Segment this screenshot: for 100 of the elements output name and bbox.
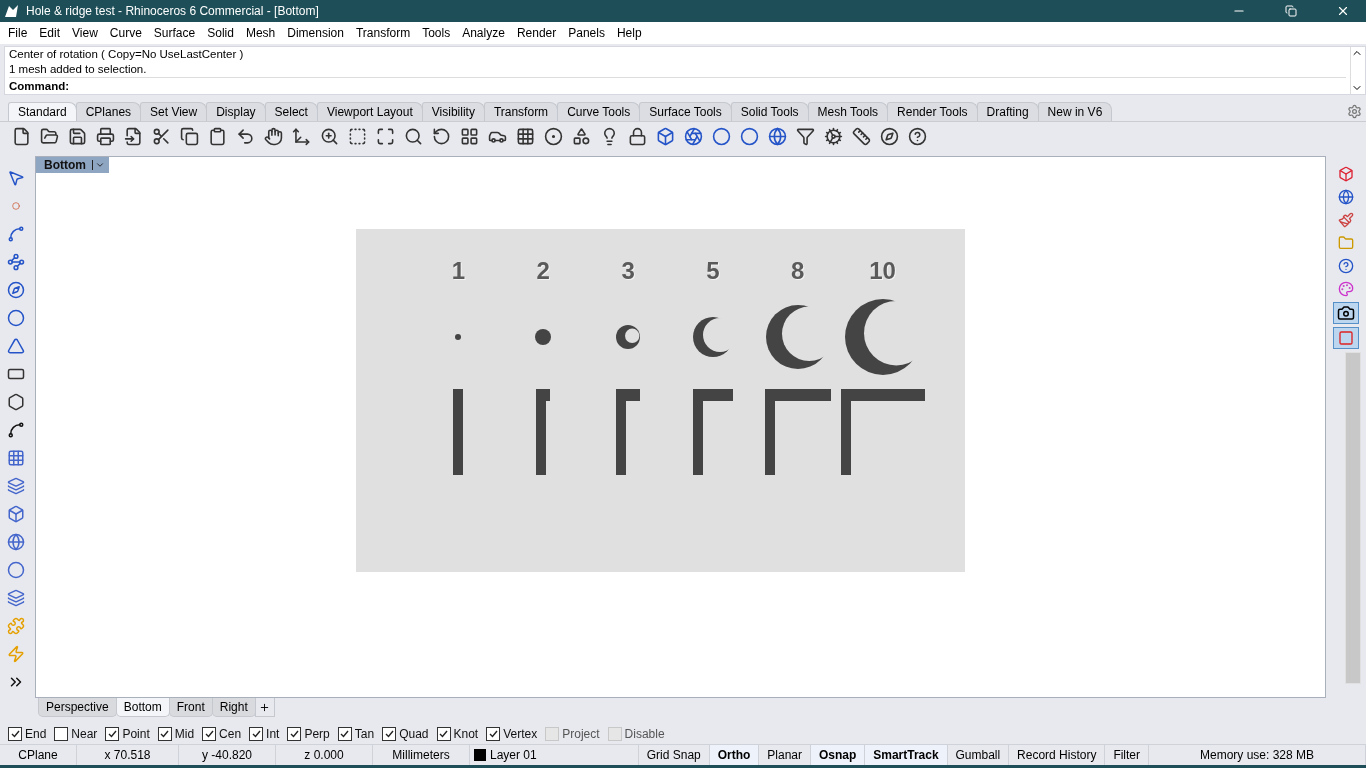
check-icon xyxy=(439,730,448,738)
memory-usage: Memory use: 328 MB xyxy=(1149,745,1366,765)
status-toggle[interactable]: Osnap xyxy=(810,745,866,765)
toolbar-tab[interactable]: Display xyxy=(206,102,266,121)
viewport-tab[interactable]: Right xyxy=(211,698,256,717)
toolbar-tab[interactable]: Viewport Layout xyxy=(316,102,423,121)
check-icon xyxy=(488,730,498,738)
units-pane[interactable]: Millimeters xyxy=(373,745,470,765)
status-toggle[interactable]: SmartTrack xyxy=(865,745,948,765)
menu-item[interactable]: Tools xyxy=(416,26,457,40)
embossed-number: 10 xyxy=(869,257,896,286)
viewport-tab[interactable]: Bottom xyxy=(115,698,170,717)
osnap-checkbox[interactable]: Quad xyxy=(382,727,429,741)
menu-item[interactable]: Transform xyxy=(349,26,417,40)
embossed-number: 3 xyxy=(621,257,635,286)
osnap-label: Quad xyxy=(399,727,429,741)
check-icon xyxy=(204,730,214,738)
coordinate-x: x 70.518 xyxy=(77,745,179,765)
osnap-label: Point xyxy=(122,727,150,741)
dropdown-icon[interactable] xyxy=(95,160,105,170)
window-title: Hole & ridge test - Rhinoceros 6 Commercial - [Bottom] xyxy=(26,4,320,18)
osnap-checkbox[interactable]: Near xyxy=(54,727,98,741)
osnap-label: Knot xyxy=(453,727,479,741)
hole-drawing xyxy=(535,329,552,345)
menu-item[interactable]: Curve xyxy=(103,26,148,40)
toolbar-tab[interactable]: Visibility xyxy=(421,102,485,121)
toolbar-tab[interactable]: Drafting xyxy=(976,102,1039,121)
menu-item[interactable]: Panels xyxy=(562,26,611,40)
check-icon xyxy=(340,730,350,738)
osnap-label: End xyxy=(25,727,47,741)
toolbar-tab[interactable]: CPlanes xyxy=(75,102,142,121)
osnap-checkbox[interactable]: Knot xyxy=(436,727,479,741)
osnap-checkbox[interactable]: Mid xyxy=(157,727,195,741)
toolbar-tab[interactable]: Mesh Tools xyxy=(807,102,889,121)
menu-item[interactable]: Edit xyxy=(33,26,67,40)
menu-item[interactable]: Surface xyxy=(147,26,202,40)
toolbar-tab[interactable]: Standard xyxy=(8,102,77,121)
menu-item[interactable]: Dimension xyxy=(281,26,350,40)
coordinate-z: z 0.000 xyxy=(276,745,373,765)
osnap-checkbox[interactable]: Tan xyxy=(337,727,375,741)
plus-icon xyxy=(259,701,271,713)
toolbar-tab[interactable]: Surface Tools xyxy=(639,102,732,121)
coordinate-y: y -40.820 xyxy=(179,745,276,765)
add-tab-button[interactable] xyxy=(254,698,275,717)
status-toggle[interactable]: Gumball xyxy=(947,745,1010,765)
osnap-checkbox[interactable]: Point xyxy=(105,727,150,741)
check-icon xyxy=(107,730,117,738)
menu-item[interactable]: Mesh xyxy=(239,26,282,40)
menu-item[interactable]: Analyze xyxy=(456,26,511,40)
osnap-label: Mid xyxy=(174,727,195,741)
menu-item[interactable]: File xyxy=(2,26,34,40)
menu-item[interactable]: Render xyxy=(510,26,563,40)
scroll-bar[interactable] xyxy=(1345,352,1361,684)
app-logo-icon xyxy=(4,3,20,19)
status-toggle[interactable]: Ortho xyxy=(709,745,760,765)
status-toggle[interactable]: Planar xyxy=(759,745,811,765)
menu-item[interactable]: Solid xyxy=(201,26,240,40)
osnap-label: Project xyxy=(562,727,600,741)
command-history-line: Center of rotation ( Copy=No UseLastCenter ) xyxy=(9,47,245,62)
check-icon xyxy=(10,730,20,738)
cplane-pane[interactable]: CPlane xyxy=(0,745,77,765)
status-toggle[interactable]: Filter xyxy=(1105,745,1149,765)
check-icon xyxy=(251,730,261,738)
toolbar-tab[interactable]: Solid Tools xyxy=(730,102,809,121)
osnap-label: Near xyxy=(71,727,98,741)
viewport-title[interactable]: Bottom xyxy=(36,157,109,173)
osnap-checkbox[interactable]: Vertex xyxy=(486,727,538,741)
camera-icon[interactable] xyxy=(1333,302,1359,324)
osnap-label: Int xyxy=(266,727,280,741)
toolbar-tab[interactable]: Select xyxy=(264,102,318,121)
toolbar-tab[interactable]: Curve Tools xyxy=(557,102,641,121)
osnap-checkbox[interactable]: Perp xyxy=(287,727,330,741)
check-icon xyxy=(160,730,170,738)
status-toggle[interactable]: Grid Snap xyxy=(638,745,710,765)
toolbar-tab[interactable]: Transform xyxy=(483,102,559,121)
status-toggle[interactable]: Record History xyxy=(1009,745,1106,765)
osnap-checkbox[interactable]: End xyxy=(8,727,47,741)
embossed-number: 1 xyxy=(451,257,466,286)
embossed-number: 5 xyxy=(706,257,720,286)
viewport-tab[interactable]: Perspective xyxy=(38,698,117,717)
osnap-checkbox[interactable]: Int xyxy=(249,727,280,741)
menu-item[interactable]: Help xyxy=(610,26,648,40)
command-prompt[interactable]: Command: xyxy=(9,77,1346,94)
settings-icon[interactable] xyxy=(1347,103,1362,119)
osnap-label: Disable xyxy=(624,727,665,741)
close-icon xyxy=(1336,4,1350,18)
toolbar-tab[interactable]: Render Tools xyxy=(887,102,978,121)
hole-drawing xyxy=(616,325,641,349)
menu-item[interactable]: View xyxy=(66,26,104,40)
embossed-number: 8 xyxy=(791,257,805,286)
restore-icon xyxy=(1285,5,1297,17)
embossed-number: 2 xyxy=(536,257,550,286)
layer-pane[interactable]: Layer 01 xyxy=(490,748,537,762)
osnap-checkbox[interactable]: Cen xyxy=(202,727,242,741)
viewport-tab[interactable]: Front xyxy=(168,698,213,717)
hole-drawing xyxy=(455,334,462,340)
check-icon xyxy=(384,730,394,738)
toolbar-tab[interactable]: New in V6 xyxy=(1037,102,1113,121)
osnap-label: Tan xyxy=(354,727,375,741)
toolbar-tab[interactable]: Set View xyxy=(140,102,208,121)
